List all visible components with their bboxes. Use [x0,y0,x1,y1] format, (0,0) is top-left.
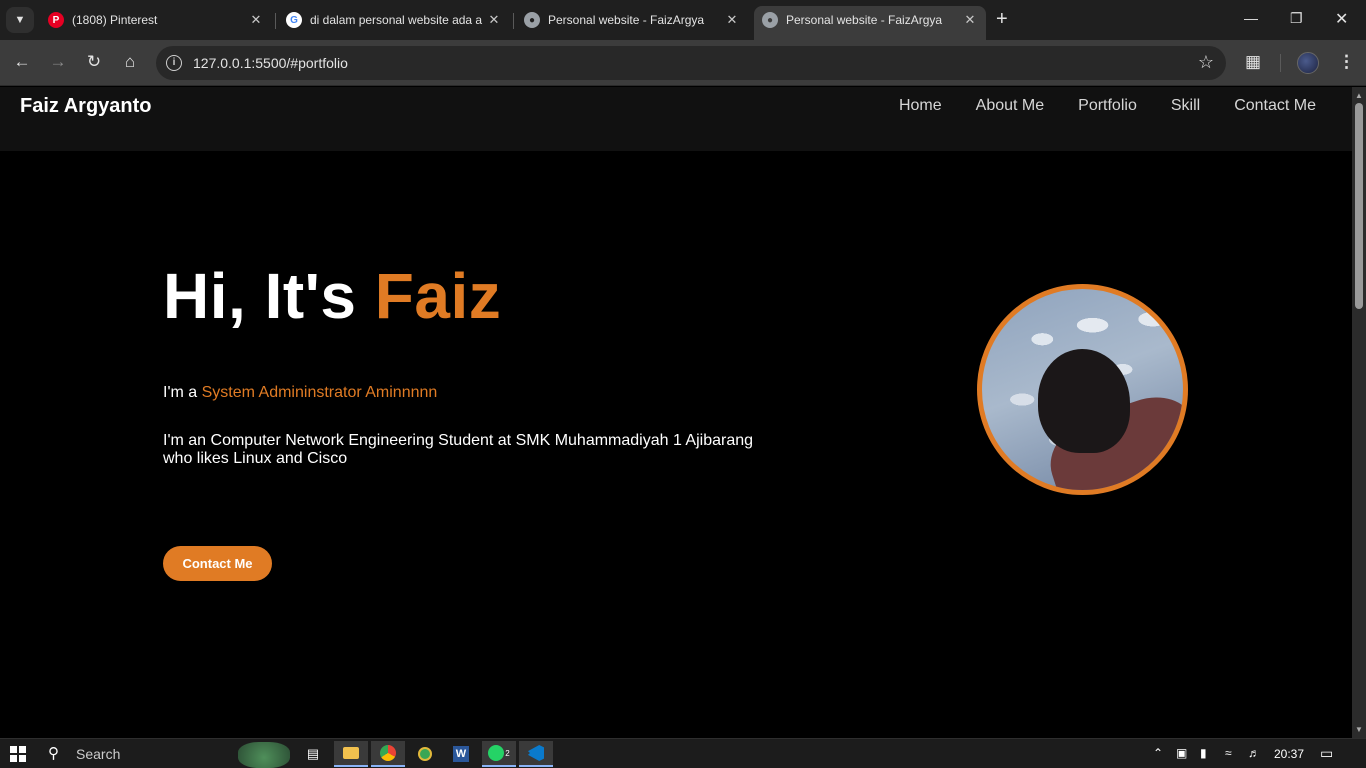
browser-toolbar: ← → ↻ ⌂ i 127.0.0.1:5500/#portfolio ☆ ▦ … [0,40,1366,86]
tab-title: Personal website - FaizArgya [786,13,943,27]
hero-greeting: Hi, It's [163,260,375,332]
tab-personal-website-active[interactable]: ● Personal website - FaizArgya ✕ [754,6,986,40]
close-icon[interactable]: ✕ [486,12,502,28]
tab-personal-website[interactable]: ● Personal website - FaizArgya ✕ [516,6,748,34]
puzzle-icon: ▦ [1245,52,1262,71]
profile-photo-head [1038,349,1130,453]
scroll-down-icon[interactable]: ▼ [1355,725,1363,734]
bookmark-star-icon[interactable]: ☆ [1198,52,1214,73]
search-icon[interactable]: ⚲ [48,744,59,762]
hero-title: Hi, It's Faiz [163,259,501,333]
address-bar[interactable]: i 127.0.0.1:5500/#portfolio ☆ [156,46,1226,80]
tab-search-button[interactable]: ▼ [6,7,34,33]
nav-link-skill[interactable]: Skill [1171,97,1200,115]
plus-icon: + [996,8,1008,30]
volume-icon[interactable]: ♬ [1248,746,1260,760]
site-brand[interactable]: Faiz Argyanto [20,95,152,118]
hero-role-prefix: I'm a [163,384,202,401]
widgets-icon[interactable] [238,742,290,768]
nav-link-about[interactable]: About Me [976,97,1044,115]
notification-icon[interactable]: ▭ [1320,745,1333,762]
hero-description: I'm an Computer Network Engineering Stud… [163,432,754,467]
tab-pinterest[interactable]: P (1808) Pinterest ✕ [40,6,272,34]
profile-avatar[interactable] [1297,52,1319,74]
forward-button[interactable]: → [47,52,69,72]
profile-photo [977,284,1188,495]
browser-tab-strip: ▼ P (1808) Pinterest ✕ G di dalam person… [0,0,1366,40]
tab-title: di dalam personal website ada a [310,13,483,27]
whatsapp-badge: 2 [505,748,510,758]
tab-title: (1808) Pinterest [72,13,158,27]
windows-taskbar: ⚲ Search ▤ W 2 ⌃ ▣ ▮ ≈ ♬ 20:37 ▭ [0,738,1366,768]
wifi-icon[interactable]: ≈ [1225,746,1232,760]
minimize-icon: — [1244,10,1258,26]
vscode-icon[interactable] [519,741,553,767]
hero-role: System Admininstrator Aminnnnn [201,384,438,401]
contact-me-button[interactable]: Contact Me [163,546,272,581]
restore-icon: ❐ [1290,10,1303,26]
home-button[interactable]: ⌂ [119,52,141,72]
taskbar-clock[interactable]: 20:37 [1274,747,1304,761]
scroll-up-icon[interactable]: ▲ [1355,91,1363,100]
battery-icon[interactable]: ▮ [1200,746,1207,760]
hero-role-line: I'm a System Admininstrator Aminnnnn [163,384,437,402]
app-icon[interactable] [408,741,442,767]
back-button[interactable]: ← [11,52,33,72]
file-explorer-icon[interactable] [334,741,368,767]
scrollbar-thumb[interactable] [1355,103,1363,309]
tab-separator [275,13,276,29]
hero-name: Faiz [374,260,502,332]
close-icon[interactable]: ✕ [962,12,978,28]
kebab-menu-icon: ⋮ [1338,52,1355,71]
windows-start-button[interactable] [10,746,26,762]
whatsapp-icon[interactable]: 2 [482,741,516,767]
chrome-icon[interactable] [371,741,405,767]
taskbar-search[interactable]: Search [76,746,120,762]
page-viewport: Faiz Argyanto Home About Me Portfolio Sk… [0,87,1352,738]
nav-link-contact[interactable]: Contact Me [1234,97,1316,115]
site-navbar: Faiz Argyanto Home About Me Portfolio Sk… [0,87,1352,151]
reload-icon: ↻ [86,52,102,71]
chevron-down-icon: ▼ [14,14,26,26]
globe-icon: ● [524,12,540,28]
extensions-button[interactable]: ▦ [1245,52,1261,72]
close-icon[interactable]: ✕ [724,12,740,28]
arrow-right-icon: → [49,52,67,71]
reload-button[interactable]: ↻ [83,52,105,72]
task-view-icon[interactable]: ▤ [296,741,330,767]
tab-google-search[interactable]: G di dalam personal website ada a ✕ [278,6,510,34]
word-icon[interactable]: W [444,741,478,767]
site-info-icon[interactable]: i [166,55,182,71]
minimize-button[interactable]: — [1244,10,1258,26]
nav-link-home[interactable]: Home [899,97,942,115]
globe-icon: ● [762,12,778,28]
home-icon: ⌂ [124,52,136,71]
pinterest-icon: P [48,12,64,28]
tray-chevron-up-icon[interactable]: ⌃ [1153,746,1163,760]
browser-menu-button[interactable]: ⋮ [1338,52,1355,72]
new-tab-button[interactable]: + [996,9,1008,29]
site-menu: Home About Me Portfolio Skill Contact Me [899,97,1316,115]
url-text[interactable]: 127.0.0.1:5500/#portfolio [193,55,348,71]
arrow-left-icon: ← [13,52,31,71]
meet-now-icon[interactable]: ▣ [1176,746,1187,760]
page-scrollbar[interactable]: ▲ ▼ [1352,87,1366,738]
nav-link-portfolio[interactable]: Portfolio [1078,97,1137,115]
tab-separator [513,13,514,29]
close-icon[interactable]: ✕ [248,12,264,28]
close-window-button[interactable]: ✕ [1335,9,1348,29]
close-icon: ✕ [1335,11,1349,28]
restore-button[interactable]: ❐ [1290,10,1303,27]
google-icon: G [286,12,302,28]
tab-title: Personal website - FaizArgya [548,13,705,27]
toolbar-divider [1280,54,1281,72]
